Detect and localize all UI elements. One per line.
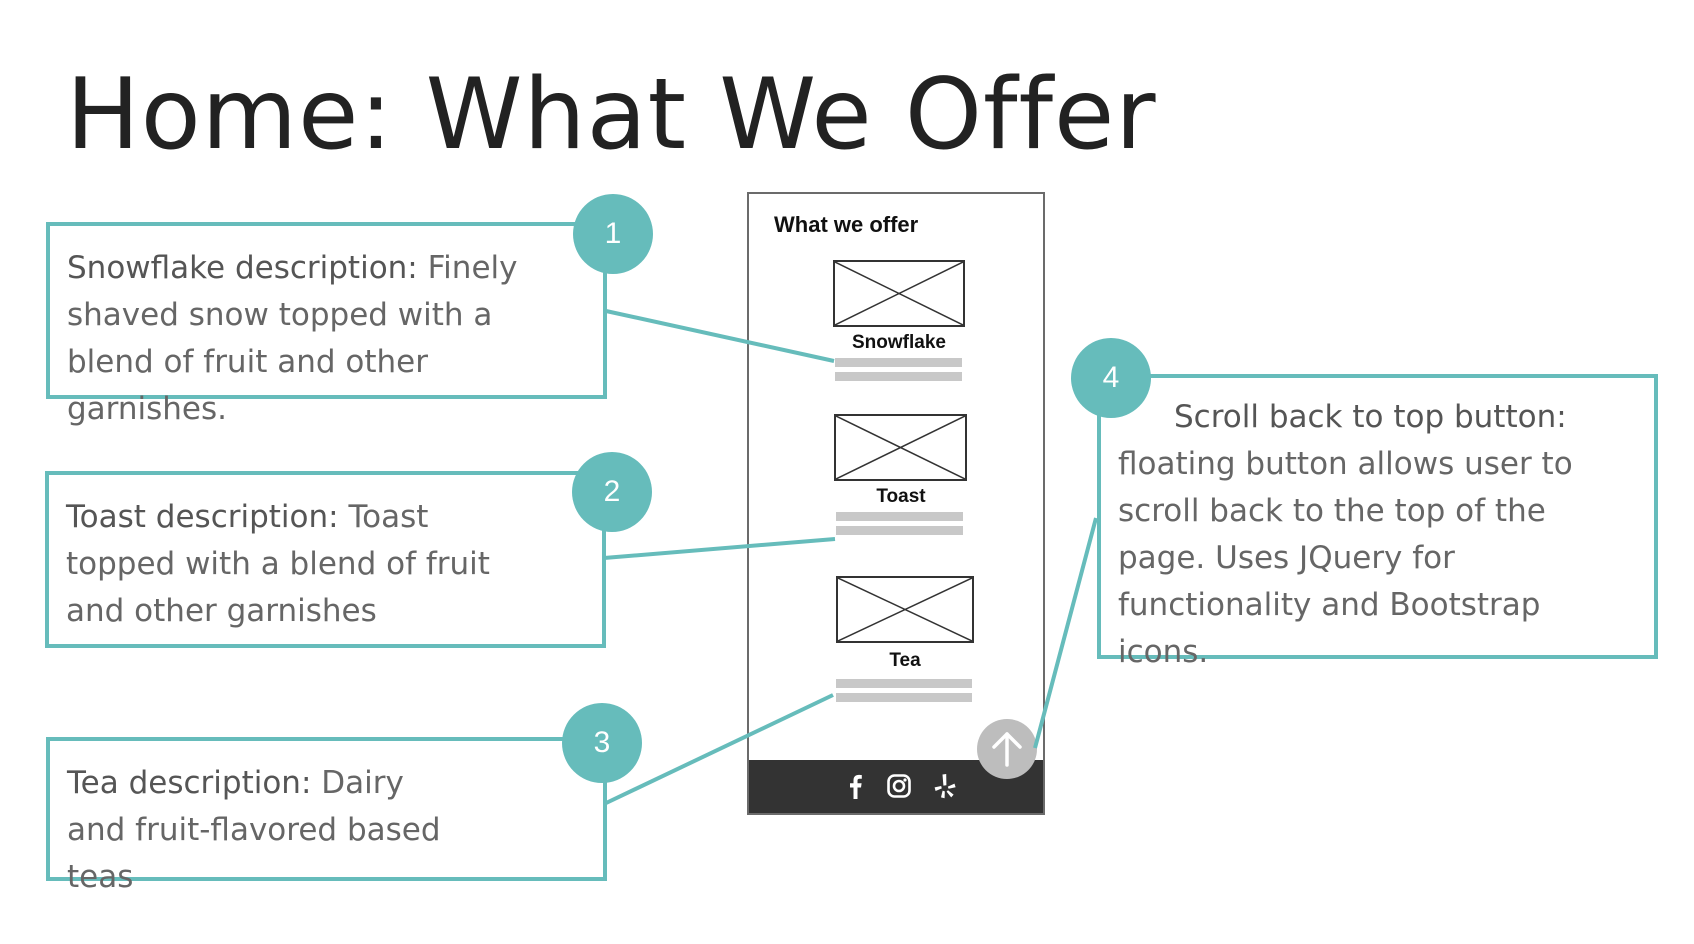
- text-placeholder-bar: [836, 526, 963, 535]
- callout-number-badge: 3: [562, 703, 642, 783]
- callout-text: floating button allows user to scroll ba…: [1118, 446, 1573, 670]
- text-placeholder-bar: [835, 358, 962, 367]
- callout-label: Toast description:: [66, 499, 339, 535]
- callout-tea: Tea description: Dairy and fruit-flavore…: [46, 737, 607, 895]
- text-placeholder-bar: [836, 679, 972, 688]
- callout-scroll-top: Scroll back to top button: floating butt…: [1097, 374, 1658, 670]
- text-placeholder-bar: [836, 693, 972, 702]
- scroll-to-top-button[interactable]: [977, 719, 1037, 779]
- item-name-snowflake: Snowflake: [852, 332, 946, 353]
- text-placeholder-bar: [836, 512, 963, 521]
- image-placeholder: [833, 260, 965, 327]
- section-heading: What we offer: [774, 212, 919, 237]
- callout-number-badge: 2: [572, 452, 652, 532]
- item-name-toast: Toast: [876, 486, 926, 507]
- callout-label: Tea description:: [67, 765, 312, 801]
- callout-number-badge: 4: [1071, 338, 1151, 418]
- yelp-icon[interactable]: [931, 772, 959, 800]
- facebook-icon[interactable]: [841, 772, 869, 800]
- image-placeholder: [834, 414, 967, 481]
- phone-wireframe: What we offer Snowflake Toast Tea: [747, 192, 1045, 815]
- callout-label: Scroll back to top button:: [1174, 399, 1567, 435]
- callout-toast: Toast description: Toast topped with a b…: [45, 471, 606, 648]
- item-name-tea: Tea: [889, 650, 921, 671]
- callout-number-badge: 1: [573, 194, 653, 274]
- callout-snowflake: Snowflake description: Finely shaved sno…: [46, 222, 607, 427]
- arrow-up-icon: [992, 732, 1022, 767]
- text-placeholder-bar: [835, 372, 962, 381]
- instagram-icon[interactable]: [885, 772, 913, 800]
- callout-label: Snowflake description:: [67, 250, 418, 286]
- slide-title: Home: What We Offer: [66, 58, 1157, 172]
- image-placeholder: [836, 576, 974, 643]
